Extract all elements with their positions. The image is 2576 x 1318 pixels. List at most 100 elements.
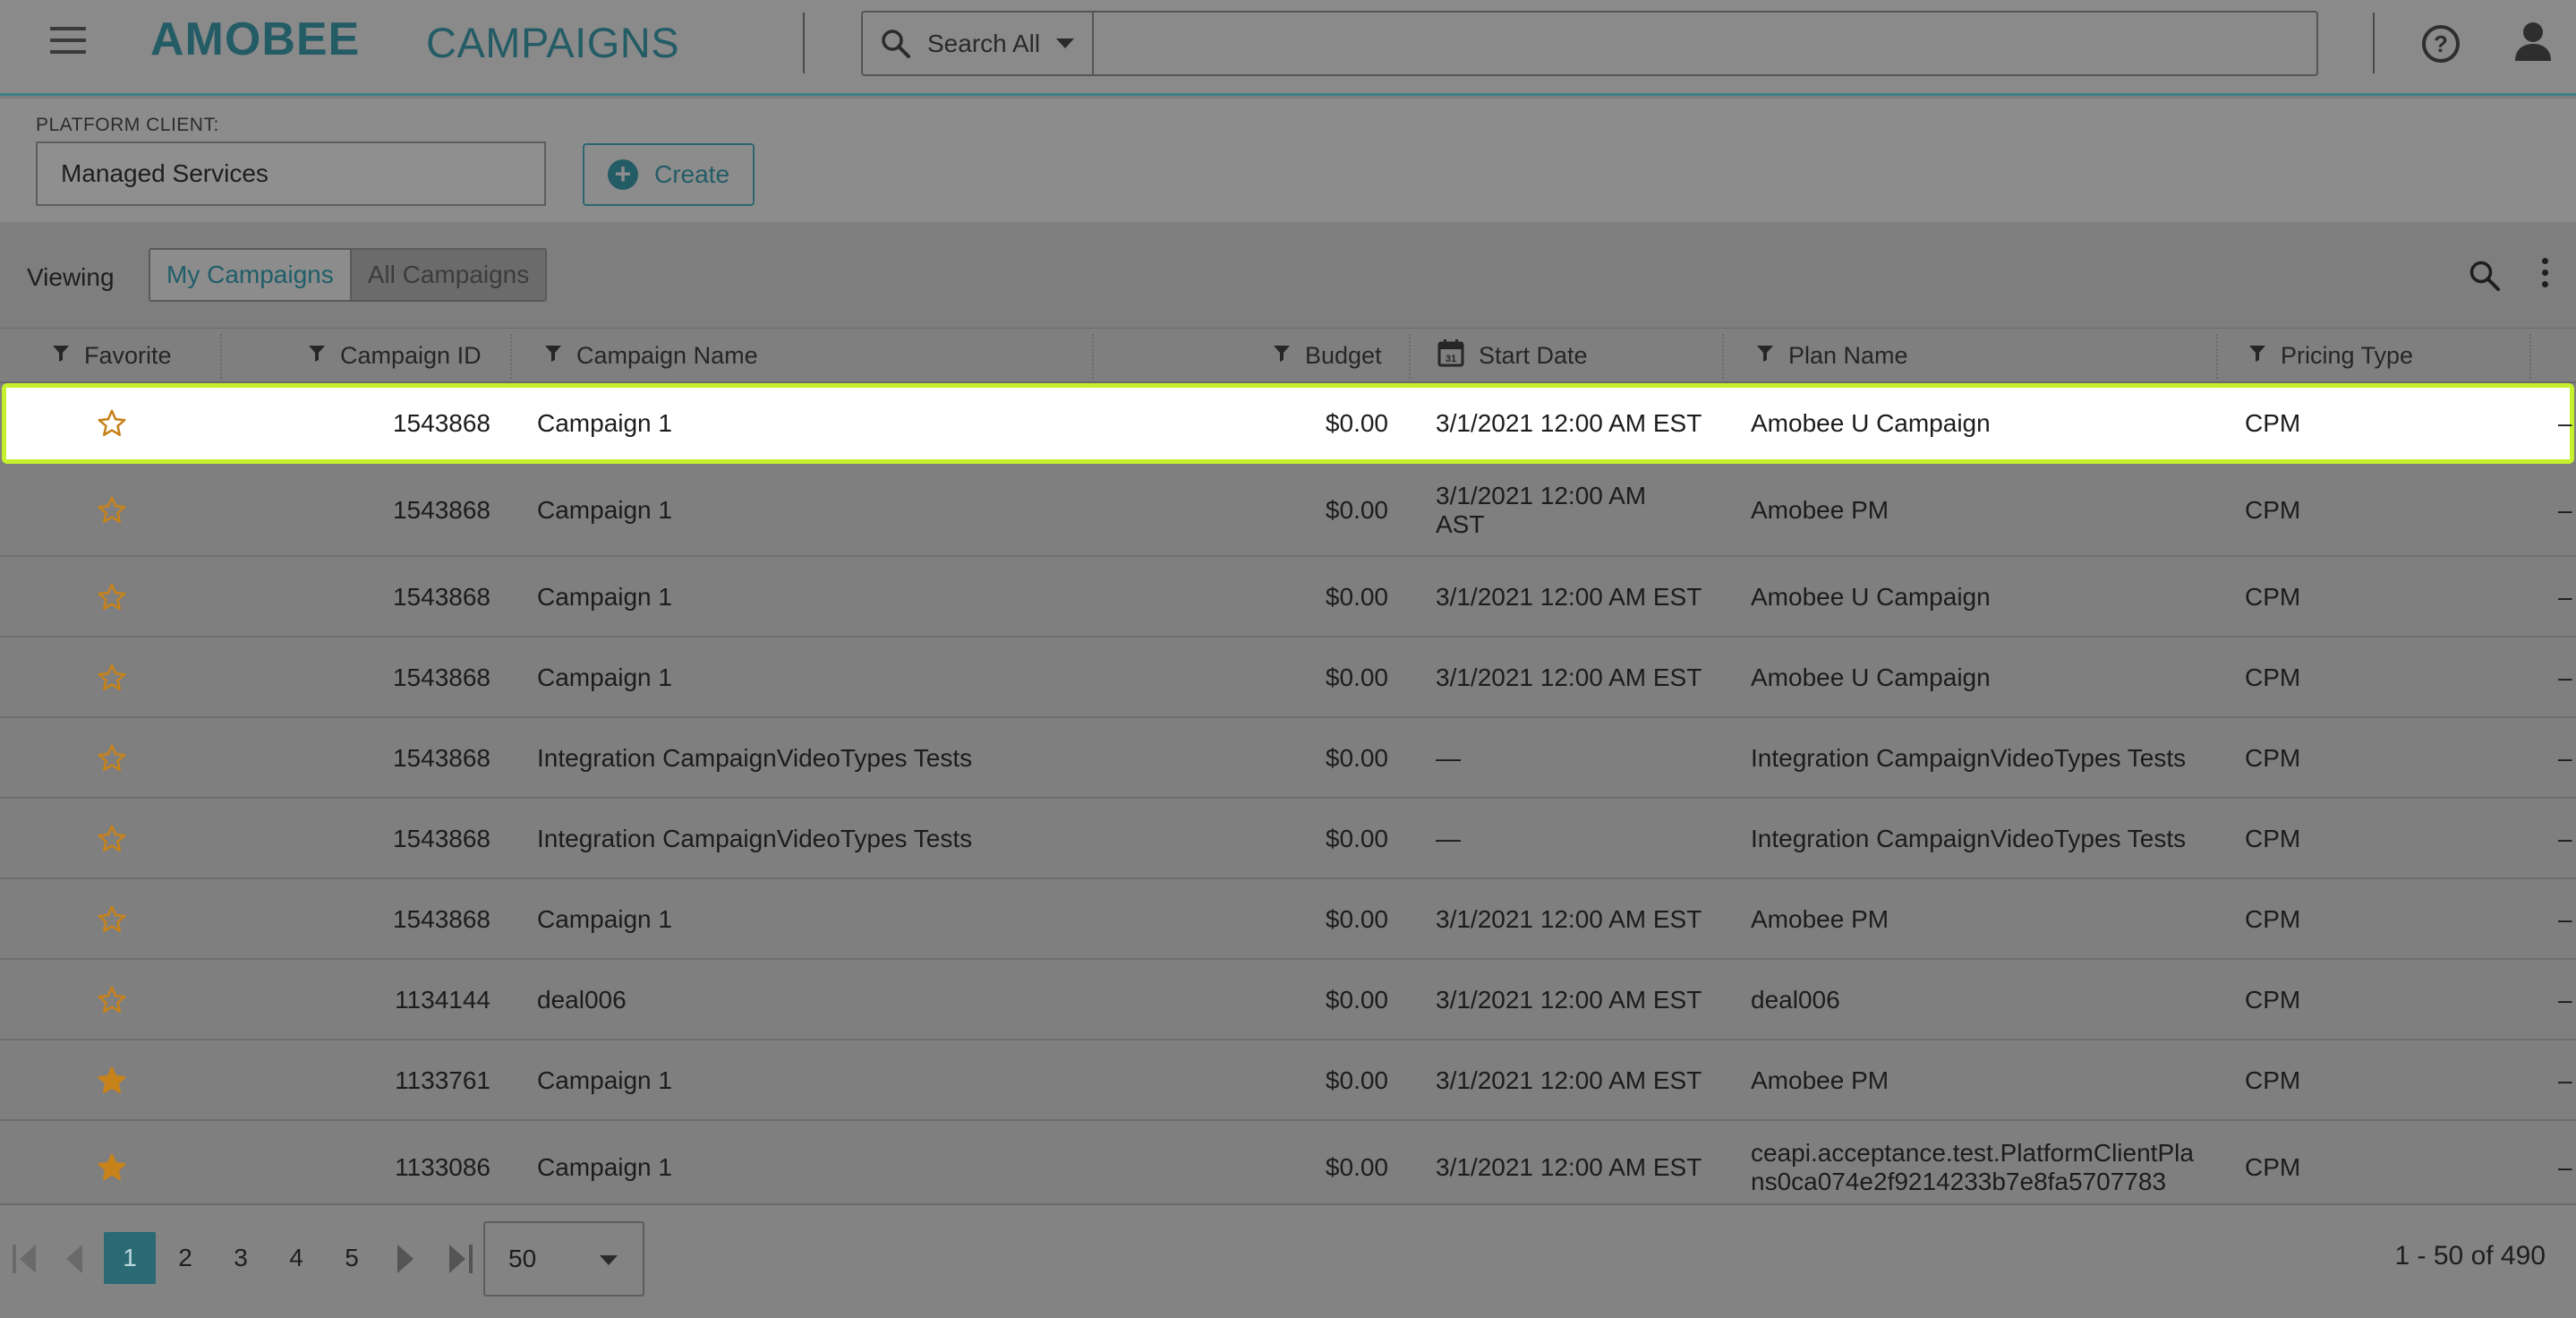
star-outline-icon[interactable] [97,743,127,778]
filter-icon[interactable] [308,342,326,370]
start-date-cell: 3/1/2021 12:00 AM EST [1436,583,1702,611]
pricing-type-cell: CPM [2245,744,2301,772]
column-resize-handle[interactable] [1722,334,1724,379]
filter-icon[interactable] [1756,342,1774,370]
table-row[interactable]: 1543868 Campaign 1 $0.00 3/1/2021 12:00 AM … [2,383,2574,464]
table-row[interactable]: 1133086 Campaign 1 $0.00 3/1/2021 12:00 AM … [0,1121,2576,1203]
plan-name-cell: Amobee U Campaign [1751,663,1991,691]
pricing-type-cell: CPM [2245,583,2301,611]
filter-icon[interactable] [2248,342,2266,370]
hamburger-menu-icon[interactable] [50,27,86,57]
star-outline-icon[interactable] [97,495,127,530]
plan-name-cell: deal006 [1751,986,1840,1014]
chevron-down-icon [1056,39,1075,48]
plan-name-cell: Amobee PM [1751,1066,1889,1094]
table-row[interactable]: 1543868 Campaign 1 $0.00 3/1/2021 12:00 AM … [0,557,2576,638]
create-button[interactable]: + Create [583,143,755,206]
column-header-start-date[interactable]: 31 Start Date [1437,329,1588,382]
table-search-icon[interactable] [2469,260,2501,292]
my-campaigns-tab[interactable]: My Campaigns [150,250,350,300]
star-outline-icon[interactable] [97,408,127,443]
amobee-logo: AMOBEE [150,13,361,65]
calendar-icon[interactable]: 31 [1437,338,1464,373]
campaign-name-cell[interactable]: Integration CampaignVideoTypes Tests [537,825,972,853]
budget-cell: $0.00 [1325,986,1388,1014]
plus-circle-icon: + [607,159,638,190]
campaign-name-cell[interactable]: Campaign 1 [537,409,672,438]
search-scope-dropdown[interactable]: Search All [863,13,1094,74]
first-page-icon[interactable] [11,1241,39,1277]
table-row[interactable]: 1133761 Campaign 1 $0.00 3/1/2021 12:00 AM … [0,1040,2576,1121]
page-number-button[interactable]: 5 [326,1232,378,1284]
extra-cell: – [2558,496,2572,524]
table-row[interactable]: 1134144 deal006 $0.00 3/1/2021 12:00 AM EST… [0,960,2576,1040]
star-filled-icon[interactable] [97,1066,127,1100]
campaign-name-cell[interactable]: Campaign 1 [537,905,672,934]
table-row[interactable]: 1543868 Campaign 1 $0.00 3/1/2021 12:00 AM … [0,638,2576,718]
more-options-icon[interactable] [2542,258,2551,294]
extra-cell: – [2558,1153,2572,1181]
campaign-name-cell[interactable]: Campaign 1 [537,583,672,612]
next-page-icon[interactable] [394,1241,417,1277]
start-date-cell: — [1436,825,1461,852]
create-button-label: Create [653,160,730,188]
column-resize-handle[interactable] [2529,334,2531,379]
user-icon[interactable] [2513,20,2553,63]
column-header-favorite[interactable]: Favorite [52,329,172,382]
previous-page-icon[interactable] [63,1241,86,1277]
column-header-plan-name[interactable]: Plan Name [1756,329,1908,382]
pagination-bar: 12345 50 1 - 50 of 490 [0,1203,2576,1318]
column-resize-handle[interactable] [1092,334,1094,379]
all-campaigns-tab[interactable]: All Campaigns [349,250,546,300]
page-number-button[interactable]: 4 [270,1232,322,1284]
star-outline-icon[interactable] [97,824,127,859]
page-number-button[interactable]: 2 [159,1232,211,1284]
app-title: CAMPAIGNS [426,19,680,66]
help-icon[interactable]: ? [2422,25,2460,63]
column-resize-handle[interactable] [510,334,512,379]
start-date-cell: 3/1/2021 12:00 AM EST [1436,986,1702,1014]
column-header-campaign-id[interactable]: Campaign ID [308,329,482,382]
page-number-button[interactable]: 3 [215,1232,267,1284]
filter-icon[interactable] [1273,342,1291,370]
campaign-name-cell[interactable]: deal006 [537,986,627,1014]
column-resize-handle[interactable] [220,334,222,379]
search-input[interactable] [1096,13,2316,74]
campaign-name-cell[interactable]: Campaign 1 [537,663,672,692]
campaign-scope-toggle: My Campaigns All Campaigns [149,248,548,302]
table-row[interactable]: 1543868 Integration CampaignVideoTypes Te… [0,718,2576,799]
budget-cell: $0.00 [1325,496,1388,524]
column-header-pricing-type[interactable]: Pricing Type [2248,329,2413,382]
campaign-name-cell[interactable]: Campaign 1 [537,496,672,525]
campaign-id-cell: 1543868 [392,905,490,933]
column-resize-handle[interactable] [2216,334,2218,379]
platform-client-select[interactable]: Managed Services [36,141,546,206]
star-filled-icon[interactable] [97,1152,127,1187]
start-date-cell: 3/1/2021 12:00 AM EST [1436,1066,1702,1094]
column-resize-handle[interactable] [1409,334,1411,379]
table-row[interactable]: 1543868 Campaign 1 $0.00 3/1/2021 12:00 AM … [0,879,2576,960]
star-outline-icon[interactable] [97,663,127,698]
table-header: Favorite Campaign ID Campaign Name Budget 31… [0,328,2576,383]
table-row[interactable]: 1543868 Integration CampaignVideoTypes Te… [0,799,2576,879]
start-date-cell: 3/1/2021 12:00 AM EST [1436,409,1702,437]
campaign-id-cell: 1543868 [392,409,490,437]
start-date-cell: 3/1/2021 12:00 AM EST [1436,1153,1702,1181]
star-outline-icon[interactable] [97,582,127,617]
column-header-campaign-name[interactable]: Campaign Name [544,329,758,382]
start-date-cell: 3/1/2021 12:00 AM AST [1436,482,1647,538]
filter-icon[interactable] [544,342,562,370]
extra-cell: – [2558,583,2572,611]
column-header-budget[interactable]: Budget [1273,329,1382,382]
star-outline-icon[interactable] [97,985,127,1020]
filter-icon[interactable] [52,342,70,370]
table-row[interactable]: 1543868 Campaign 1 $0.00 3/1/2021 12:00 AM … [0,464,2576,557]
pricing-type-cell: CPM [2245,496,2301,524]
page-size-select[interactable]: 50 [483,1221,644,1297]
star-outline-icon[interactable] [97,904,127,939]
last-page-icon[interactable] [446,1241,474,1277]
campaign-name-cell[interactable]: Campaign 1 [537,1066,672,1095]
campaign-name-cell[interactable]: Integration CampaignVideoTypes Tests [537,744,972,773]
campaign-name-cell[interactable]: Campaign 1 [537,1153,672,1182]
page-number-button[interactable]: 1 [104,1232,156,1284]
